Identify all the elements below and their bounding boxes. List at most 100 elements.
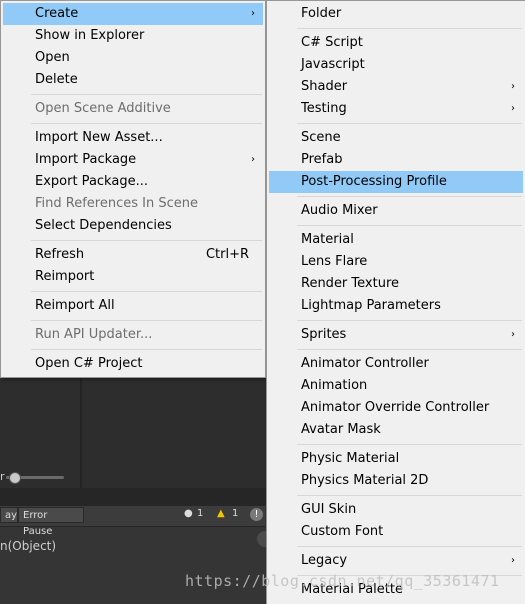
menu-item-import-package[interactable]: Import Package › xyxy=(3,149,263,171)
menu-item-label: Open xyxy=(35,50,70,65)
menu-item-open-scene-additive[interactable]: Open Scene Additive xyxy=(3,98,263,120)
menu-item-javascript[interactable]: Javascript xyxy=(269,54,523,76)
menu-item-find-references[interactable]: Find References In Scene xyxy=(3,193,263,215)
menu-item-render-texture[interactable]: Render Texture xyxy=(269,273,523,295)
chevron-right-icon: › xyxy=(511,329,515,340)
menu-item-label: Audio Mixer xyxy=(301,203,378,218)
console-log-entry[interactable]: n(Object) xyxy=(0,539,56,553)
create-submenu: Folder C# Script Javascript Shader › Test… xyxy=(266,0,525,604)
menu-item-export-package[interactable]: Export Package... xyxy=(3,171,263,193)
menu-item-label: Show in Explorer xyxy=(35,28,145,43)
error-pause-button[interactable]: Error Pause xyxy=(18,507,84,537)
menu-item-label: GUI Skin xyxy=(301,502,357,517)
menu-item-label: Prefab xyxy=(301,152,343,167)
zoom-slider-knob[interactable] xyxy=(9,472,21,484)
error-icon[interactable]: ! xyxy=(250,508,263,521)
slider-label: r xyxy=(0,470,5,483)
menu-item-label: Animator Override Controller xyxy=(301,400,490,415)
menu-item-animator-controller[interactable]: Animator Controller xyxy=(269,353,523,375)
chevron-right-icon: › xyxy=(511,81,515,92)
menu-item-animation[interactable]: Animation xyxy=(269,375,523,397)
menu-item-label: Create xyxy=(35,6,79,21)
menu-separator xyxy=(31,291,262,292)
menu-item-avatar-mask[interactable]: Avatar Mask xyxy=(269,419,523,441)
menu-item-label: Select Dependencies xyxy=(35,218,172,233)
menu-item-label: Avatar Mask xyxy=(301,422,381,437)
menu-item-label: Import New Asset... xyxy=(35,130,163,145)
context-menu: Create › Show in Explorer Open Delete Ope… xyxy=(0,0,266,378)
menu-item-label: Refresh xyxy=(35,247,85,262)
menu-item-run-api-updater[interactable]: Run API Updater... xyxy=(3,324,263,346)
menu-item-testing[interactable]: Testing › xyxy=(269,98,523,120)
menu-item-label: Legacy xyxy=(301,553,348,568)
log-count: 1 xyxy=(197,508,204,519)
play-toggle[interactable]: ay xyxy=(0,507,18,523)
menu-item-reimport-all[interactable]: Reimport All xyxy=(3,295,263,317)
menu-item-select-dependencies[interactable]: Select Dependencies xyxy=(3,215,263,237)
menu-separator xyxy=(297,196,522,197)
menu-item-label: Open Scene Additive xyxy=(35,101,171,116)
menu-item-shader[interactable]: Shader › xyxy=(269,76,523,98)
menu-separator xyxy=(31,94,262,95)
menu-item-custom-font[interactable]: Custom Font xyxy=(269,521,523,543)
menu-item-open[interactable]: Open xyxy=(3,47,263,69)
menu-separator xyxy=(297,444,522,445)
menu-item-post-processing-profile[interactable]: Post-Processing Profile xyxy=(269,171,523,193)
shortcut-label: Ctrl+R xyxy=(205,247,249,262)
menu-item-label: Delete xyxy=(35,72,78,87)
menu-item-label: Reimport xyxy=(35,269,95,284)
menu-separator xyxy=(297,495,522,496)
menu-item-label: Import Package xyxy=(35,152,137,167)
menu-item-label: Export Package... xyxy=(35,174,148,189)
menu-item-label: Folder xyxy=(301,6,342,21)
menu-separator xyxy=(31,123,262,124)
menu-item-sprites[interactable]: Sprites › xyxy=(269,324,523,346)
menu-item-create[interactable]: Create › xyxy=(3,3,263,25)
menu-item-legacy[interactable]: Legacy › xyxy=(269,550,523,572)
menu-item-physic-material[interactable]: Physic Material xyxy=(269,448,523,470)
menu-item-open-csharp-project[interactable]: Open C# Project xyxy=(3,353,263,375)
menu-item-lens-flare[interactable]: Lens Flare xyxy=(269,251,523,273)
menu-item-label: Scene xyxy=(301,130,341,145)
bottom-strip xyxy=(0,488,266,505)
menu-item-label: Physics Material 2D xyxy=(301,473,429,488)
menu-item-show-in-explorer[interactable]: Show in Explorer xyxy=(3,25,263,47)
menu-item-import-new-asset[interactable]: Import New Asset... xyxy=(3,127,263,149)
panel-divider xyxy=(80,378,82,488)
menu-item-prefab[interactable]: Prefab xyxy=(269,149,523,171)
menu-item-animator-override-controller[interactable]: Animator Override Controller xyxy=(269,397,523,419)
menu-item-folder[interactable]: Folder xyxy=(269,3,523,25)
menu-item-refresh[interactable]: Refresh Ctrl+R xyxy=(3,244,263,266)
menu-item-csharp-script[interactable]: C# Script xyxy=(269,32,523,54)
menu-separator xyxy=(297,28,522,29)
menu-item-label: Post-Processing Profile xyxy=(301,174,447,189)
menu-item-label: Open C# Project xyxy=(35,356,143,371)
menu-item-physics-material-2d[interactable]: Physics Material 2D xyxy=(269,470,523,492)
menu-item-lightmap-parameters[interactable]: Lightmap Parameters xyxy=(269,295,523,317)
menu-item-material[interactable]: Material xyxy=(269,229,523,251)
menu-item-audio-mixer[interactable]: Audio Mixer xyxy=(269,200,523,222)
menu-item-delete[interactable]: Delete xyxy=(3,69,263,91)
chevron-right-icon: › xyxy=(511,103,515,114)
menu-separator xyxy=(297,320,522,321)
log-count-icon[interactable]: ● xyxy=(184,508,193,519)
menu-item-label: Custom Font xyxy=(301,524,384,539)
menu-separator xyxy=(297,225,522,226)
menu-separator xyxy=(297,546,522,547)
menu-separator xyxy=(31,349,262,350)
warning-icon[interactable]: ▲ xyxy=(217,508,225,519)
menu-separator xyxy=(31,240,262,241)
menu-item-label: Render Texture xyxy=(301,276,400,291)
menu-item-label: Run API Updater... xyxy=(35,327,153,342)
menu-separator xyxy=(297,123,522,124)
warning-count: 1 xyxy=(232,508,239,519)
menu-item-scene[interactable]: Scene xyxy=(269,127,523,149)
preview-panel xyxy=(82,378,266,488)
menu-item-reimport[interactable]: Reimport xyxy=(3,266,263,288)
menu-separator xyxy=(297,349,522,350)
menu-item-label: C# Script xyxy=(301,35,363,50)
menu-item-gui-skin[interactable]: GUI Skin xyxy=(269,499,523,521)
menu-item-label: Shader xyxy=(301,79,348,94)
watermark: https://blog.csdn.net/qq_35361471 xyxy=(185,572,500,590)
menu-item-label: Animator Controller xyxy=(301,356,429,371)
